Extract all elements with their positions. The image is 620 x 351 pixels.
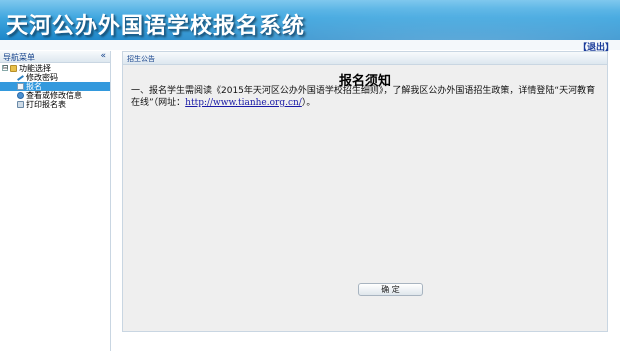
tree-root-function-select[interactable]: ⊟ 功能选择 (0, 64, 110, 73)
confirm-button[interactable]: 确 定 (358, 283, 423, 296)
printer-icon (17, 101, 24, 108)
sidebar-item-register[interactable]: 报名 (0, 82, 110, 91)
sidebar-header: 导航菜单 « (0, 51, 110, 63)
main-panel-title: 招生公告 (127, 55, 155, 63)
folder-icon (10, 65, 17, 72)
sidebar-title: 导航菜单 (3, 53, 35, 62)
sidebar-item-label: 打印报名表 (26, 100, 66, 109)
sidebar-item-view-edit-info[interactable]: 查看或修改信息 (0, 91, 110, 100)
sidebar: 导航菜单 « ⊟ 功能选择 修改密码 报名 查看或修改信息 打印报名表 (0, 51, 111, 351)
sidebar-item-label: 修改密码 (26, 73, 58, 82)
main-panel: 招生公告 报名须知 一、报名学生需阅读《2015年天河区公办外国语学校招生细则》… (122, 51, 608, 332)
app-header: 天河公办外国语学校报名系统 (0, 0, 620, 40)
header-subbar (0, 40, 620, 50)
notice-body: 一、报名学生需阅读《2015年天河区公办外国语学校招生细则》，了解我区公办外国语… (131, 85, 601, 109)
sidebar-item-label: 报名 (26, 82, 42, 91)
tree-root-label: 功能选择 (19, 64, 51, 73)
main-panel-header: 招生公告 (123, 52, 607, 65)
sidebar-item-label: 查看或修改信息 (26, 91, 82, 100)
nav-tree: ⊟ 功能选择 修改密码 报名 查看或修改信息 打印报名表 (0, 63, 110, 109)
double-chevron-left-icon[interactable]: « (100, 51, 106, 61)
sidebar-item-print-form[interactable]: 打印报名表 (0, 100, 110, 109)
document-icon (17, 83, 24, 90)
notice-text-end: ）。 (301, 98, 316, 108)
gear-icon (17, 92, 24, 99)
key-icon (17, 74, 24, 81)
website-link[interactable]: http://www.tianhe.org.cn/ (185, 98, 302, 108)
app-title: 天河公办外国语学校报名系统 (6, 14, 306, 39)
collapse-toggle-icon[interactable]: ⊟ (2, 65, 8, 71)
sidebar-item-change-password[interactable]: 修改密码 (0, 73, 110, 82)
